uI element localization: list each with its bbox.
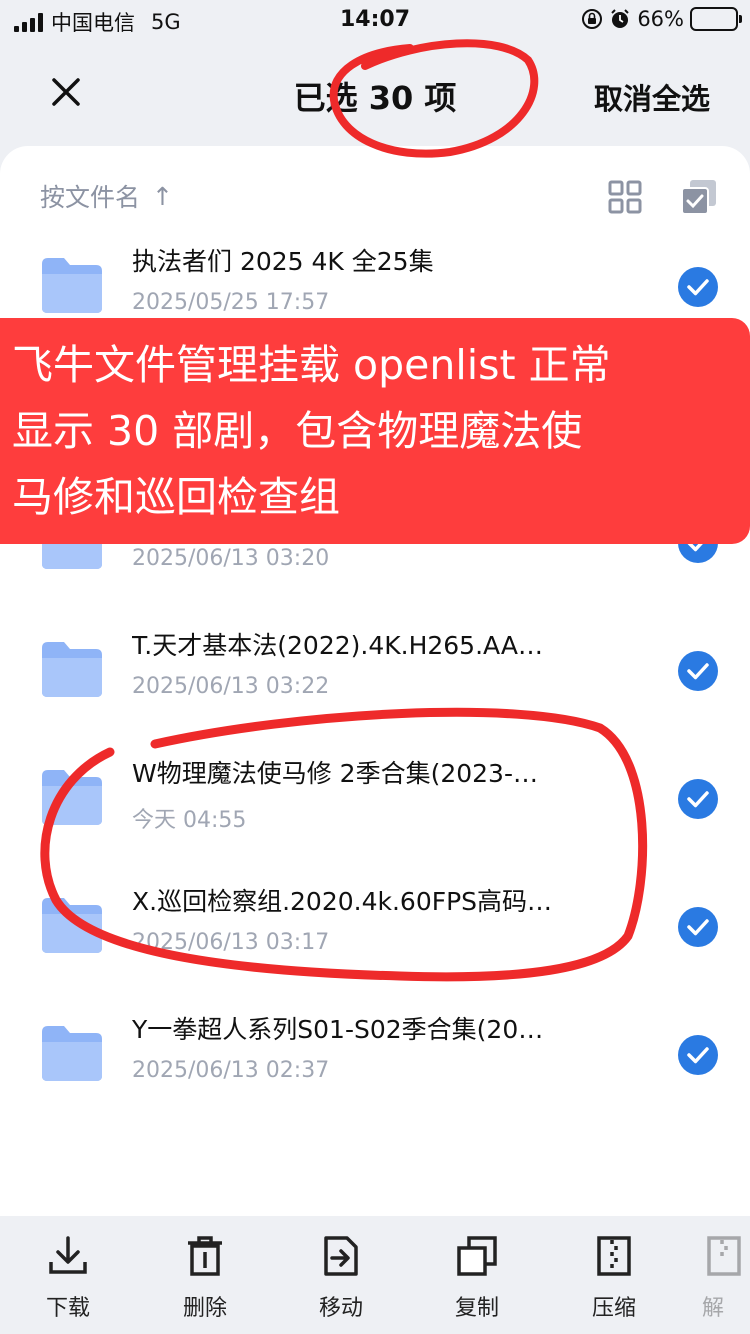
toolbar-label: 解	[702, 1296, 725, 1321]
battery-icon	[690, 7, 742, 31]
file-name: T.天才基本法(2022).4K.H265.AA…	[132, 631, 543, 660]
copy-button[interactable]: 复制	[432, 1234, 522, 1322]
folder-icon	[42, 642, 102, 697]
checked-icon[interactable]	[678, 907, 718, 947]
sort-label: 按文件名	[40, 183, 141, 212]
toolbar-label: 下载	[45, 1296, 90, 1321]
file-row[interactable]: W物理魔法使马修 2季合集(2023-… 今天 04:55	[0, 732, 750, 860]
selection-header: 已选 30 项 取消全选	[0, 40, 750, 146]
alarm-icon	[611, 9, 630, 28]
file-date: 2025/06/13 02:37	[132, 1058, 330, 1083]
toolbar-label: 移动	[318, 1296, 363, 1321]
bottom-toolbar: 下载 删除 移动 复制 压缩 解	[0, 1216, 750, 1334]
file-date: 2025/06/13 03:17	[132, 930, 330, 955]
checked-icon[interactable]	[678, 1035, 718, 1075]
file-date: 2025/06/13 03:20	[132, 546, 330, 571]
file-name: X.巡回检察组.2020.4k.60FPS高码…	[132, 887, 553, 916]
zip-icon	[597, 1236, 631, 1276]
file-date: 2025/05/25 17:57	[132, 290, 330, 315]
annotation-banner: 飞牛文件管理挂载 openlist 正常 显示 30 部剧，包含物理魔法使 马修…	[0, 318, 750, 544]
checked-icon[interactable]	[678, 651, 718, 691]
banner-line-1: 飞牛文件管理挂载 openlist 正常	[12, 341, 611, 389]
sort-arrow-icon: ↑	[152, 181, 173, 211]
extract-button[interactable]: 解	[692, 1234, 750, 1322]
trash-icon	[188, 1236, 222, 1276]
download-icon	[49, 1236, 87, 1274]
file-row[interactable]: T.天才基本法(2022).4K.H265.AA… 2025/06/13 03:…	[0, 604, 750, 732]
folder-icon	[42, 898, 102, 953]
file-date: 今天 04:55	[132, 808, 247, 833]
battery-percent: 66%	[637, 7, 684, 31]
copy-icon	[457, 1236, 497, 1276]
sort-by-name-button[interactable]: 按文件名 ↑	[40, 178, 173, 214]
move-button[interactable]: 移动	[296, 1234, 386, 1322]
orientation-lock-icon	[582, 9, 603, 29]
move-icon	[324, 1236, 358, 1276]
folder-icon	[42, 1026, 102, 1081]
checked-icon[interactable]	[678, 779, 718, 819]
status-right: 66%	[581, 7, 742, 31]
folder-icon	[42, 258, 102, 313]
file-row[interactable]: X.巡回检察组.2020.4k.60FPS高码… 2025/06/13 03:1…	[0, 860, 750, 988]
unzip-icon	[707, 1236, 741, 1276]
folder-icon	[42, 770, 102, 825]
deselect-all-button[interactable]: 取消全选	[594, 76, 710, 118]
file-name: 执法者们 2025 4K 全25集	[132, 247, 434, 276]
delete-button[interactable]: 删除	[160, 1234, 250, 1322]
file-list-panel: 按文件名 ↑ 执法者们 2025 4K 全25集 2025/05/25 17:5…	[0, 146, 750, 1216]
checked-icon[interactable]	[678, 267, 718, 307]
grid-view-icon[interactable]	[608, 180, 642, 214]
file-name: W物理魔法使马修 2季合集(2023-…	[132, 759, 538, 788]
status-bar: 中国电信 5G 14:07 66%	[0, 0, 750, 40]
toolbar-label: 复制	[454, 1296, 499, 1321]
banner-line-3: 马修和巡回检查组	[12, 473, 340, 521]
download-button[interactable]: 下载	[23, 1234, 113, 1322]
toolbar-label: 删除	[182, 1296, 227, 1321]
compress-button[interactable]: 压缩	[569, 1234, 659, 1322]
toolbar-label: 压缩	[591, 1296, 636, 1321]
file-name: Y一拳超人系列S01-S02季合集(20…	[132, 1015, 544, 1044]
multi-select-icon[interactable]	[680, 178, 718, 216]
banner-line-2: 显示 30 部剧，包含物理魔法使	[12, 407, 583, 455]
file-date: 2025/06/13 03:22	[132, 674, 330, 699]
file-row[interactable]: Y一拳超人系列S01-S02季合集(20… 2025/06/13 02:37	[0, 988, 750, 1116]
